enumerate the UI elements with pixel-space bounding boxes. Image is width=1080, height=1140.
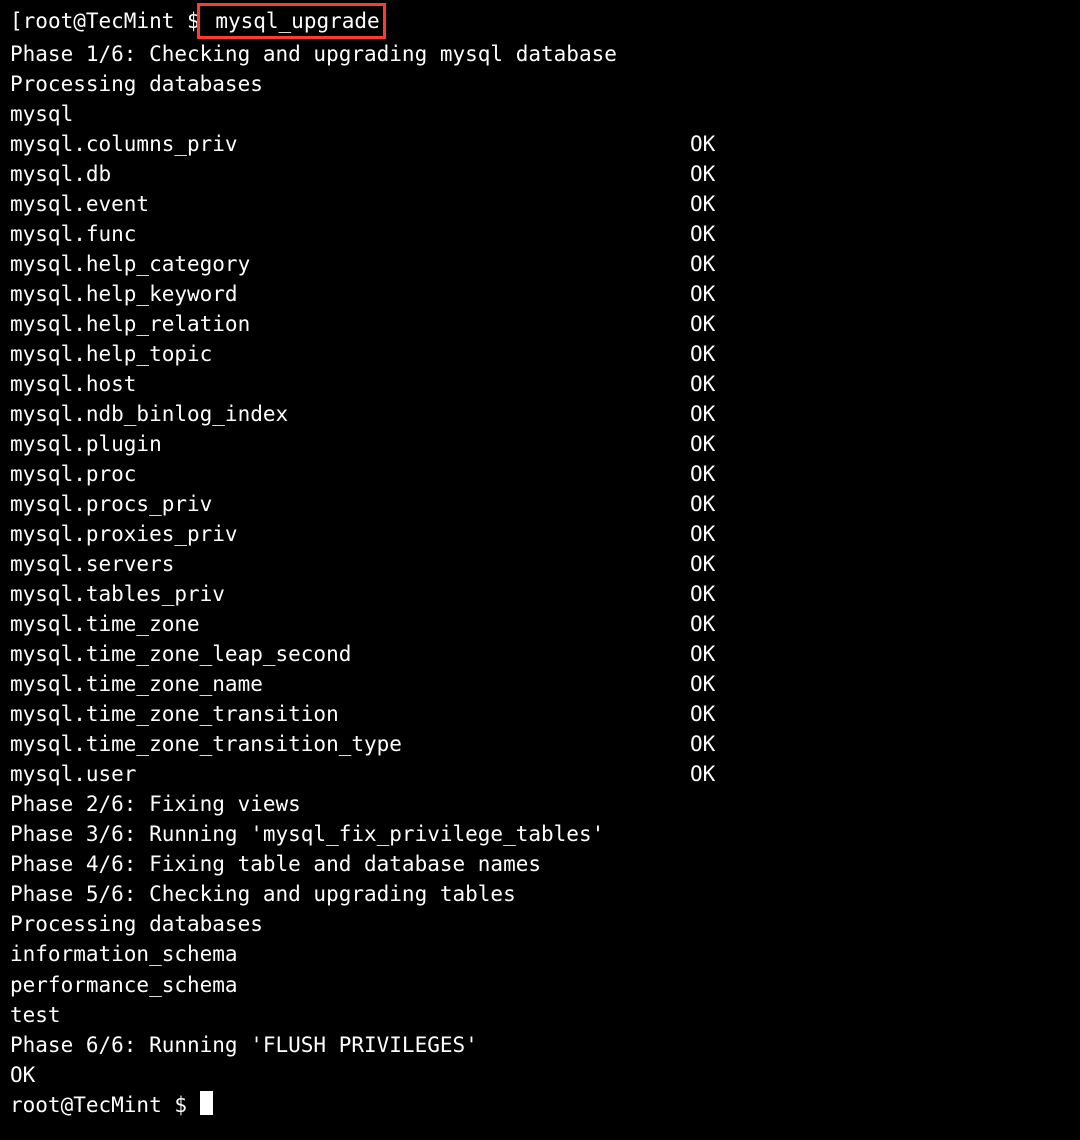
table-name: mysql.time_zone xyxy=(10,609,690,639)
table-status: OK xyxy=(690,249,715,279)
table-status: OK xyxy=(690,159,715,189)
table-name: mysql.func xyxy=(10,219,690,249)
phase-4-line: Phase 4/6: Fixing table and database nam… xyxy=(10,849,1070,879)
processing-databases-2: Processing databases xyxy=(10,909,1070,939)
table-row: mysql.help_topicOK xyxy=(10,339,1070,369)
table-row: mysql.help_keywordOK xyxy=(10,279,1070,309)
table-status: OK xyxy=(690,669,715,699)
table-row: mysql.proxies_privOK xyxy=(10,519,1070,549)
table-row: mysql.userOK xyxy=(10,759,1070,789)
table-row: mysql.help_relationOK xyxy=(10,309,1070,339)
final-ok: OK xyxy=(10,1060,1070,1090)
table-row: mysql.funcOK xyxy=(10,219,1070,249)
table-row: mysql.ndb_binlog_indexOK xyxy=(10,399,1070,429)
phase-1-line: Phase 1/6: Checking and upgrading mysql … xyxy=(10,39,1070,69)
table-status: OK xyxy=(690,189,715,219)
table-status: OK xyxy=(690,579,715,609)
table-name: mysql.proc xyxy=(10,459,690,489)
prompt-prefix: [ xyxy=(10,9,23,33)
table-name: mysql.procs_priv xyxy=(10,489,690,519)
table-row: mysql.pluginOK xyxy=(10,429,1070,459)
table-status: OK xyxy=(690,309,715,339)
table-name: mysql.help_keyword xyxy=(10,279,690,309)
prompt-line-2: root@TecMint $ xyxy=(10,1090,1070,1120)
table-name: mysql.tables_priv xyxy=(10,579,690,609)
table-name: mysql.ndb_binlog_index xyxy=(10,399,690,429)
table-row: mysql.eventOK xyxy=(10,189,1070,219)
table-row: mysql.tables_privOK xyxy=(10,579,1070,609)
table-row: mysql.help_categoryOK xyxy=(10,249,1070,279)
db-mysql: mysql xyxy=(10,99,1070,129)
table-name: mysql.time_zone_transition_type xyxy=(10,729,690,759)
table-status: OK xyxy=(690,429,715,459)
table-row: mysql.dbOK xyxy=(10,159,1070,189)
table-row: mysql.serversOK xyxy=(10,549,1070,579)
table-name: mysql.servers xyxy=(10,549,690,579)
command-text: mysql_upgrade xyxy=(203,9,380,33)
table-row: mysql.procOK xyxy=(10,459,1070,489)
prompt-user-host: root@TecMint $ xyxy=(23,9,200,33)
table-name: mysql.db xyxy=(10,159,690,189)
table-status: OK xyxy=(690,369,715,399)
table-status: OK xyxy=(690,699,715,729)
table-row: mysql.time_zone_transitionOK xyxy=(10,699,1070,729)
table-name: mysql.plugin xyxy=(10,429,690,459)
table-status: OK xyxy=(690,729,715,759)
command-highlight-box: mysql_upgrade xyxy=(197,3,386,39)
cursor-icon xyxy=(200,1091,213,1115)
terminal-output[interactable]: [root@TecMint $ mysql_upgrade Phase 1/6:… xyxy=(10,6,1070,1120)
table-row: mysql.hostOK xyxy=(10,369,1070,399)
table-status: OK xyxy=(690,639,715,669)
table-status: OK xyxy=(690,489,715,519)
table-status-list: mysql.columns_privOKmysql.dbOKmysql.even… xyxy=(10,129,1070,789)
phase-6-line: Phase 6/6: Running 'FLUSH PRIVILEGES' xyxy=(10,1030,1070,1060)
table-status: OK xyxy=(690,399,715,429)
table-status: OK xyxy=(690,339,715,369)
table-status: OK xyxy=(690,759,715,789)
db-test: test xyxy=(10,1000,1070,1030)
table-name: mysql.time_zone_transition xyxy=(10,699,690,729)
table-name: mysql.proxies_priv xyxy=(10,519,690,549)
db-performance-schema: performance_schema xyxy=(10,970,1070,1000)
table-status: OK xyxy=(690,129,715,159)
table-row: mysql.time_zone_leap_secondOK xyxy=(10,639,1070,669)
table-name: mysql.help_relation xyxy=(10,309,690,339)
table-row: mysql.time_zone_nameOK xyxy=(10,669,1070,699)
phase-2-line: Phase 2/6: Fixing views xyxy=(10,789,1070,819)
phase-5-line: Phase 5/6: Checking and upgrading tables xyxy=(10,879,1070,909)
table-name: mysql.time_zone_leap_second xyxy=(10,639,690,669)
processing-databases-1: Processing databases xyxy=(10,69,1070,99)
table-name: mysql.help_topic xyxy=(10,339,690,369)
table-status: OK xyxy=(690,219,715,249)
table-row: mysql.columns_privOK xyxy=(10,129,1070,159)
table-name: mysql.user xyxy=(10,759,690,789)
table-status: OK xyxy=(690,519,715,549)
prompt-line-1: [root@TecMint $ mysql_upgrade xyxy=(10,6,1070,39)
table-status: OK xyxy=(690,549,715,579)
table-row: mysql.time_zone_transition_typeOK xyxy=(10,729,1070,759)
table-name: mysql.columns_priv xyxy=(10,129,690,159)
table-name: mysql.event xyxy=(10,189,690,219)
table-name: mysql.time_zone_name xyxy=(10,669,690,699)
table-row: mysql.time_zoneOK xyxy=(10,609,1070,639)
db-information-schema: information_schema xyxy=(10,939,1070,969)
table-status: OK xyxy=(690,459,715,489)
prompt-2-text: root@TecMint $ xyxy=(10,1093,200,1117)
table-name: mysql.host xyxy=(10,369,690,399)
table-status: OK xyxy=(690,279,715,309)
table-status: OK xyxy=(690,609,715,639)
phase-3-line: Phase 3/6: Running 'mysql_fix_privilege_… xyxy=(10,819,1070,849)
table-row: mysql.procs_privOK xyxy=(10,489,1070,519)
table-name: mysql.help_category xyxy=(10,249,690,279)
